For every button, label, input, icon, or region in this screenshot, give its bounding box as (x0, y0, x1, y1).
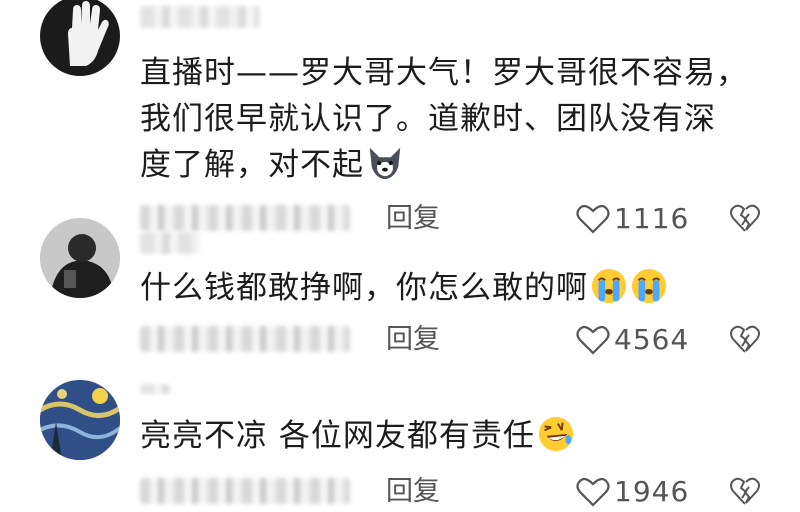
timestamp-location-blurred (140, 205, 350, 231)
broken-heart-icon[interactable] (730, 324, 760, 354)
like-count: 4564 (614, 323, 690, 356)
timestamp-location-blurred (140, 478, 350, 504)
heart-icon (576, 204, 610, 234)
comment-line-text: 亮亮不凉 各位网友都有责任 (140, 418, 535, 454)
comment-line: 度了解，对不起 (140, 142, 780, 188)
comment-line-text: 度了解，对不起 (140, 147, 364, 183)
heart-icon (576, 477, 610, 507)
username-blurred[interactable] (140, 6, 260, 28)
heart-icon (576, 325, 610, 355)
starry-night-avatar-icon[interactable] (40, 380, 120, 460)
comment-line: 直播时——罗大哥大气！罗大哥很不容易， (140, 55, 748, 91)
like-button[interactable]: 4564 (576, 320, 689, 360)
person-dark-avatar-icon[interactable] (40, 218, 120, 298)
husky-dog-emoji (369, 147, 401, 180)
rolling-laughing-face-emoji (538, 416, 573, 452)
username-blurred[interactable] (140, 384, 170, 394)
like-button[interactable]: 1946 (576, 472, 689, 512)
comment-line-text: 什么钱都敢挣啊，你怎么敢的啊 (140, 270, 588, 306)
comment-text: 亮亮不凉 各位网友都有责任 (140, 413, 780, 459)
reply-button[interactable]: 回复 (386, 320, 440, 360)
crying-face-emoji (631, 268, 667, 304)
timestamp-location-blurred (140, 326, 350, 352)
reply-button[interactable]: 回复 (386, 199, 440, 239)
comment-line: 什么钱都敢挣啊，你怎么敢的啊 (140, 265, 780, 311)
comment-actions: 回复 4564 (140, 320, 780, 360)
comment-line: 我们很早就认识了。道歉时、团队没有深 (140, 101, 716, 137)
like-button[interactable]: 1116 (576, 199, 689, 239)
crying-face-emoji (591, 268, 627, 304)
like-count: 1116 (614, 202, 690, 235)
broken-heart-icon[interactable] (730, 203, 760, 233)
broken-heart-icon[interactable] (730, 476, 760, 506)
comment-actions: 回复 1116 (140, 199, 780, 239)
comment-text: 直播时——罗大哥大气！罗大哥很不容易， 我们很早就认识了。道歉时、团队没有深 度… (140, 50, 780, 188)
comment-actions: 回复 1946 (140, 472, 780, 512)
comment-line: 亮亮不凉 各位网友都有责任 (140, 413, 780, 459)
username-blurred[interactable] (140, 232, 200, 254)
like-count: 1946 (614, 475, 690, 508)
reply-button[interactable]: 回复 (386, 472, 440, 512)
comment-text: 什么钱都敢挣啊，你怎么敢的啊 (140, 265, 780, 311)
hand-stop-avatar-icon[interactable] (40, 0, 120, 76)
